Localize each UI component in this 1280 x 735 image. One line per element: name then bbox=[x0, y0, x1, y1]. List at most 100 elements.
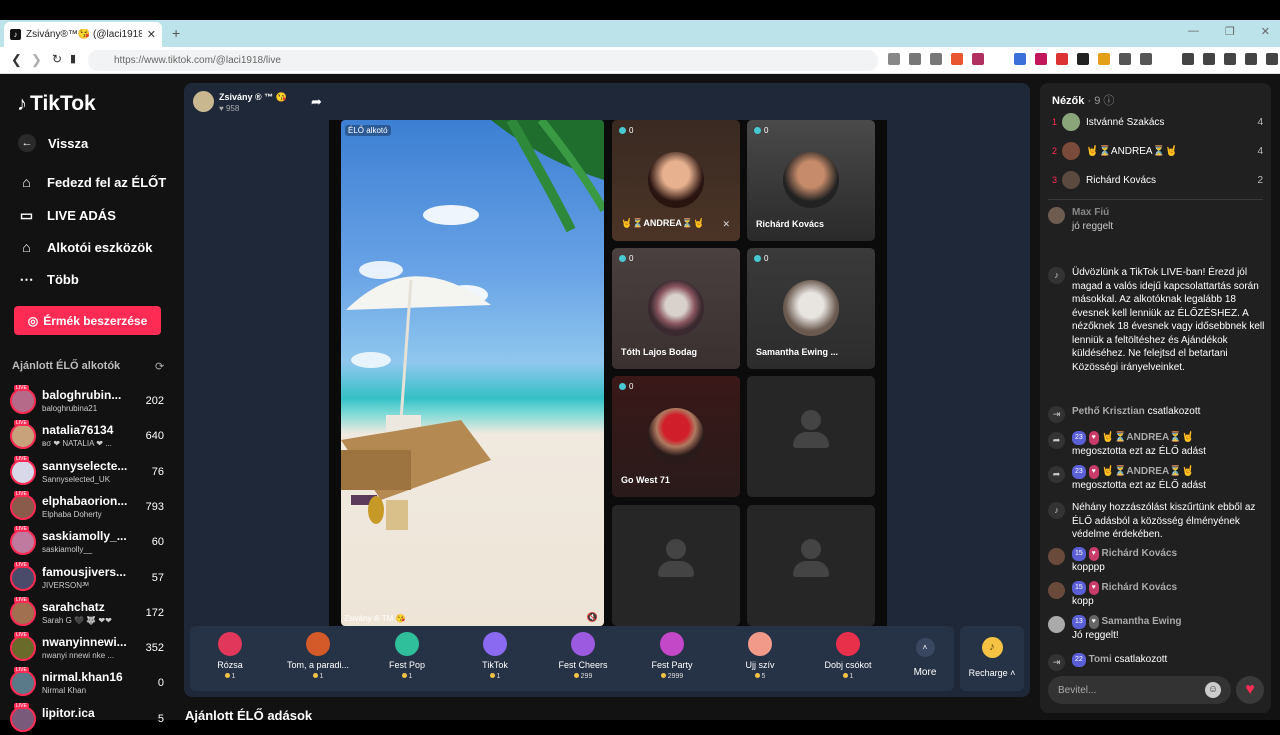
nav-more[interactable]: ⋯ Több bbox=[18, 271, 79, 288]
brave-shield-icon[interactable] bbox=[951, 53, 963, 65]
browser-tab[interactable]: ♪ Zsivány®™😘 (@laci1918) É... ✕ bbox=[4, 22, 162, 47]
extension-icon[interactable] bbox=[1056, 53, 1068, 65]
coin-icon: ◎ bbox=[27, 313, 39, 328]
live-badge: LIVE bbox=[14, 490, 29, 497]
explore-icon: ⌂ bbox=[22, 174, 31, 190]
gift-price: 1 bbox=[455, 673, 535, 680]
tiktok-note-icon: ♪ bbox=[1048, 502, 1065, 519]
nav-go-live[interactable]: ▭ LIVE ADÁS bbox=[18, 207, 116, 224]
suggested-creator[interactable]: LIVE nirmal.khan16 Nirmal Khan 0 bbox=[10, 667, 170, 699]
translate-icon[interactable] bbox=[888, 53, 900, 65]
reload-icon[interactable]: ↻ bbox=[52, 52, 62, 66]
empty-seat[interactable] bbox=[612, 505, 740, 626]
suggested-creator[interactable]: LIVE natalia76134 вσ ❤ NATALIA ❤ ... 640 bbox=[10, 420, 170, 452]
more-dots-icon: ⋯ bbox=[19, 271, 34, 287]
gift-item[interactable]: Fest Cheers 299 bbox=[543, 626, 623, 691]
suggested-creator[interactable]: LIVE saskiamolly_... saskiamolly__ 60 bbox=[10, 526, 170, 558]
refresh-icon[interactable]: ⟳ bbox=[155, 360, 164, 373]
more-gifts-button[interactable]: ˄ More bbox=[905, 626, 945, 691]
nav-creator-tools[interactable]: ⌂ Alkotói eszközök bbox=[18, 239, 152, 255]
music-icon[interactable] bbox=[1182, 53, 1194, 65]
host-name[interactable]: Zsivány ® ™ 😘 bbox=[219, 92, 287, 103]
suggested-creator[interactable]: LIVE elphabaorion... Elphaba Doherty 793 bbox=[10, 490, 170, 523]
share-page-icon[interactable] bbox=[930, 53, 942, 65]
wallet-icon[interactable] bbox=[1224, 53, 1236, 65]
chevron-up-icon: ˄ bbox=[915, 638, 935, 657]
tiktok-logo[interactable]: ♪ TikTok bbox=[17, 92, 96, 116]
get-coins-button[interactable]: ◎ Érmék beszerzése bbox=[14, 306, 161, 335]
gift-item[interactable]: Ujj szív 5 bbox=[720, 626, 800, 691]
gift-item[interactable]: Fest Pop 1 bbox=[367, 626, 447, 691]
suggested-creator[interactable]: LIVE nwanyinnewi... nwanyi nnewi nke ... 35… bbox=[10, 632, 170, 664]
avatar bbox=[10, 635, 36, 662]
multi-guest-stage: ÉLŐ alkotó Zsivány ® TM 😘 🔇 0 🤘⏳ANDREA⏳🤘… bbox=[329, 120, 887, 626]
gift-icon bbox=[483, 632, 507, 656]
viewers-title[interactable]: Nézők · 9 ⓘ bbox=[1052, 92, 1114, 108]
back-icon[interactable]: ❮ bbox=[11, 52, 22, 68]
suggested-creator[interactable]: LIVE sarahchatz Sarah G 🖤 🐺 ❤❤ 172 bbox=[10, 596, 170, 629]
like-heart-icon[interactable]: ♥ bbox=[1236, 676, 1264, 704]
nav-back[interactable]: ← Vissza bbox=[18, 134, 88, 152]
gift-item[interactable]: Fest Party 2999 bbox=[632, 626, 712, 691]
empty-seat[interactable] bbox=[747, 505, 875, 626]
sidebar-icon[interactable] bbox=[1203, 53, 1215, 65]
guest-cell-3[interactable]: 0 Tóth Lajos Bodag bbox=[612, 248, 740, 369]
emoji-icon[interactable]: ☺ bbox=[1205, 682, 1221, 698]
chat-input[interactable]: Bevitel... ☺ bbox=[1048, 676, 1231, 704]
puzzle-icon[interactable] bbox=[1119, 53, 1131, 65]
avatar bbox=[1062, 113, 1080, 131]
forward-icon[interactable]: ❯ bbox=[31, 52, 42, 68]
guest-name: Tóth Lajos Bodag bbox=[621, 347, 697, 357]
recharge-button[interactable]: ♪ Recharge ˄ bbox=[960, 626, 1024, 691]
guest-cell-5[interactable]: 0 Go West 71 bbox=[612, 376, 740, 497]
info-icon: ⓘ bbox=[1103, 95, 1115, 107]
gift-name: TikTok bbox=[482, 660, 508, 670]
extension-icon[interactable] bbox=[1098, 53, 1110, 65]
top-viewer-2[interactable]: 2 🤘⏳ANDREA⏳🤘 4 bbox=[1052, 141, 1263, 161]
gift-icon bbox=[571, 632, 595, 656]
suggested-creator[interactable]: LIVE baloghrubin... baloghrubina21 202 bbox=[10, 385, 170, 417]
host-video[interactable]: ÉLŐ alkotó Zsivány ® TM 😘 🔇 bbox=[341, 120, 604, 626]
gift-item[interactable]: Dobj csókot 1 bbox=[808, 626, 888, 691]
avatar bbox=[1048, 582, 1065, 599]
creator-name: lipitor.ica bbox=[42, 705, 95, 720]
share-arrow-icon[interactable]: ➦ bbox=[311, 94, 322, 110]
empty-seat[interactable] bbox=[747, 376, 875, 497]
ai-icon[interactable] bbox=[1266, 53, 1278, 65]
guest-cell-2[interactable]: 0 Richárd Kovács bbox=[747, 120, 875, 241]
viewer-count: 172 bbox=[145, 606, 164, 619]
minimize-icon[interactable]: — bbox=[1188, 25, 1199, 38]
extension-icon[interactable] bbox=[1077, 53, 1089, 65]
bookmark-icon[interactable]: ▮ bbox=[70, 52, 76, 65]
rewards-icon[interactable] bbox=[972, 53, 984, 65]
top-viewer-3[interactable]: 3 Richárd Kovács 2 bbox=[1052, 170, 1263, 190]
url-input[interactable]: https://www.tiktok.com/@laci1918/live bbox=[88, 50, 878, 71]
screenshot-icon[interactable] bbox=[1245, 53, 1257, 65]
gift-icon bbox=[660, 632, 684, 656]
gift-item[interactable]: Tom, a paradi... 1 bbox=[278, 626, 358, 691]
live-badge: LIVE bbox=[14, 596, 29, 603]
gift-name: Fest Pop bbox=[388, 660, 426, 670]
suggested-creator[interactable]: LIVE sannyselecte... Sannyselected_UK 76 bbox=[10, 455, 170, 488]
new-tab-icon[interactable]: + bbox=[172, 25, 180, 41]
zoom-icon[interactable] bbox=[909, 53, 921, 65]
extension-icon[interactable] bbox=[1035, 53, 1047, 65]
chat-message: 13 ♥ Samantha Ewing Jó reggelt! bbox=[1048, 615, 1266, 642]
viewer-count: 793 bbox=[145, 500, 164, 513]
extension-icon[interactable] bbox=[1140, 53, 1152, 65]
gift-item[interactable]: TikTok 1 bbox=[455, 626, 535, 691]
top-viewer-1[interactable]: 1 Istvánné Szakács 4 bbox=[1052, 112, 1263, 132]
extension-icon[interactable] bbox=[1014, 53, 1026, 65]
guest-cell-4[interactable]: 0 Samantha Ewing ... bbox=[747, 248, 875, 369]
gift-item[interactable]: Rózsa 1 bbox=[190, 626, 270, 691]
suggested-creator[interactable]: LIVE famousjivers... JIVERSONᴶᴹ 57 bbox=[10, 561, 170, 594]
guest-cell-1[interactable]: 0 🤘⏳ANDREA⏳🤘 ✕ bbox=[612, 120, 740, 241]
window-close-icon[interactable]: ✕ bbox=[1261, 25, 1270, 38]
tiktok-note-icon: ♪ bbox=[1048, 267, 1065, 284]
restore-icon[interactable]: ❐ bbox=[1225, 25, 1235, 38]
guest-avatar bbox=[648, 280, 704, 336]
host-avatar[interactable] bbox=[193, 91, 214, 112]
nav-explore-live[interactable]: ⌂ Fedezd fel az ÉLŐT bbox=[18, 174, 166, 190]
close-tab-icon[interactable]: ✕ bbox=[147, 28, 156, 41]
avatar bbox=[10, 705, 36, 732]
